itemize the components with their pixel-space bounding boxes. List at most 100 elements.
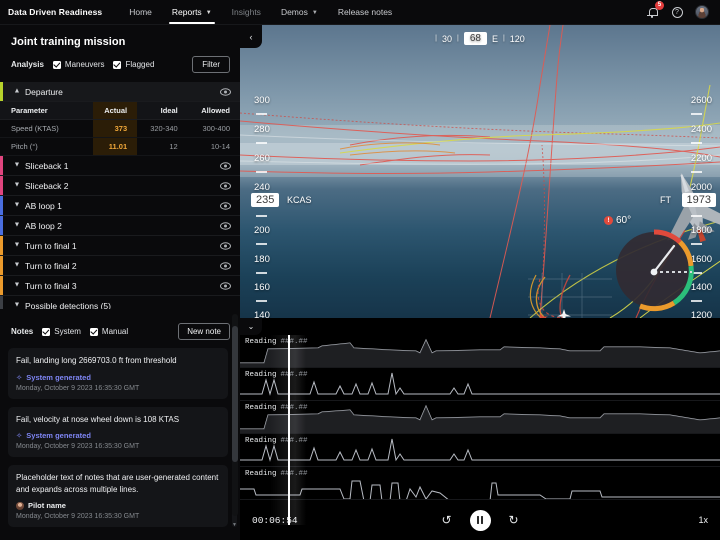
eye-icon[interactable] [220,217,231,235]
transport-controls: ↺ ↻ [240,509,720,531]
heading-current-value: 68 [463,32,487,45]
note-item[interactable]: Fail, velocity at nose wheel down is 108… [8,406,228,457]
notifications-button[interactable]: 5 [645,1,664,19]
tracks-scrollbar-thumb[interactable] [232,326,238,462]
altitude-tick: 2400 [690,124,712,135]
rewind-button[interactable]: ↺ [441,513,451,527]
category-color-stripe [0,216,3,235]
accordion-header-turn-to-final-3[interactable]: ▼ Turn to final 3 [0,276,240,296]
telemetry-tracks[interactable]: Reading###.## Reading###.## Reading###.#… [240,335,720,513]
checkbox-system-notes[interactable]: System [42,327,81,336]
notes-list[interactable]: Fail, landing long 2669703.0 ft from thr… [0,348,240,533]
checkbox-flagged[interactable]: Flagged [113,60,154,69]
heading-right-value: 120 [509,33,525,44]
cell-parameter: Speed (KTAS) [0,119,93,138]
altitude-tick: 2600 [690,95,712,106]
analysis-label: Analysis [11,60,44,69]
maneuver-accordion-list: ▲ Departure Parameter Actual Ideal Allow… [0,82,240,309]
checkbox-maneuvers[interactable]: Maneuvers [52,60,104,69]
checkbox-manual-label: Manual [101,327,129,336]
nav-item-home[interactable]: Home [120,0,161,25]
checkbox-system-label: System [54,327,81,336]
sparkle-icon: ✧ [16,431,23,440]
category-color-stripe [0,156,3,175]
heading-tick-mid-right: | [502,35,505,42]
nav-item-demos[interactable]: Demos ▼ [272,0,327,25]
new-note-button[interactable]: New note [178,323,230,340]
eye-icon[interactable] [220,177,231,195]
analysis-filter-row: Analysis Maneuvers Flagged Filter [0,56,240,82]
altitude-tick: 2000 [690,182,712,193]
note-item[interactable]: Placeholder text of notes that are user-… [8,465,228,527]
telemetry-track[interactable]: Reading###.## [240,467,720,500]
telemetry-track[interactable]: Reading###.## [240,335,720,368]
category-color-stripe [0,196,3,215]
tracks-scrollbar[interactable] [232,314,238,516]
eye-icon[interactable] [220,157,231,175]
table-header-row: Parameter Actual Ideal Allowed [0,102,240,120]
notes-header: Notes System Manual New note [0,315,240,348]
sparkle-icon: ✧ [16,372,23,382]
accordion-label: Sliceback 2 [25,180,69,191]
speed-tick: 260 [254,153,270,164]
3d-scene-viewport[interactable]: ‹ | 30 | 68 E | 120 300 280 260 240 235 [240,25,720,318]
eye-icon[interactable] [220,197,231,215]
checkbox-manual-notes[interactable]: Manual [89,327,129,336]
help-button[interactable]: ? [670,5,684,19]
notification-badge: 5 [655,1,664,10]
cell-ideal: 320-340 [137,119,188,138]
collapse-panel-button[interactable]: ‹ [240,25,262,48]
eye-icon[interactable] [220,83,231,101]
nav-item-reports[interactable]: Reports ▼ [163,0,221,25]
note-author: System generated [26,372,91,382]
eye-icon[interactable] [220,257,231,275]
category-color-stripe [0,276,3,295]
expand-tracks-button[interactable]: ⌄ [240,318,262,335]
chevron-down-icon: ▼ [13,241,21,249]
gauge-graphic [616,229,694,312]
nav-item-insights-label: Insights [231,7,261,17]
category-color-stripe [0,296,3,309]
accordion-header-departure[interactable]: ▲ Departure [0,82,240,102]
pause-button[interactable] [469,509,491,531]
note-meta: ✧ System generated [16,373,220,382]
forward-button[interactable]: ↻ [509,513,519,527]
accordion-header-turn-to-final-2[interactable]: ▼ Turn to final 2 [0,256,240,276]
accordion-label: Turn to final 3 [25,280,77,291]
speed-tick: 200 [254,225,270,236]
track-waveform [240,404,720,433]
accordion-header-possible-detections[interactable]: ▼ Possible detections (5) [0,296,240,309]
filter-button[interactable]: Filter [192,56,230,73]
chevron-down-icon: ▼ [13,201,21,209]
avatar[interactable] [695,5,709,19]
accordion-header-ab-loop-2[interactable]: ▼ AB loop 2 [0,216,240,236]
accordion-label: Turn to final 1 [25,240,77,251]
note-item[interactable]: Fail, landing long 2669703.0 ft from thr… [8,348,228,399]
accordion-label: AB loop 1 [25,200,62,211]
col-allowed: Allowed [187,102,240,120]
accordion-header-sliceback-2[interactable]: ▼ Sliceback 2 [0,176,240,196]
telemetry-track[interactable]: Reading###.## [240,401,720,434]
scroll-down-icon[interactable]: ▼ [232,522,237,528]
telemetry-track[interactable]: Reading###.## [240,434,720,467]
chevron-down-icon: ▼ [311,10,318,16]
eye-icon[interactable] [220,237,231,255]
accordion-header-sliceback-1[interactable]: ▼ Sliceback 1 [0,156,240,176]
track-waveform [240,372,720,396]
heading-cardinal: E [491,33,498,44]
telemetry-track[interactable]: Reading###.## [240,368,720,401]
accordion-header-ab-loop-1[interactable]: ▼ AB loop 1 [0,196,240,216]
checkbox-icon [89,327,98,336]
nav-item-insights[interactable]: Insights [223,0,270,25]
playhead[interactable] [288,335,290,525]
accordion-header-turn-to-final-1[interactable]: ▼ Turn to final 1 [0,236,240,256]
altitude-unit: FT [660,195,671,205]
checkbox-icon [113,60,122,69]
category-color-stripe [0,236,3,255]
page-title: Joint training mission [11,36,126,48]
speed-tick: 280 [254,124,270,135]
nav-item-release-notes[interactable]: Release notes [329,0,401,25]
chevron-down-icon: ▼ [13,301,21,309]
eye-icon[interactable] [220,277,231,295]
main-view: ‹ | 30 | 68 E | 120 300 280 260 240 235 [240,25,720,540]
